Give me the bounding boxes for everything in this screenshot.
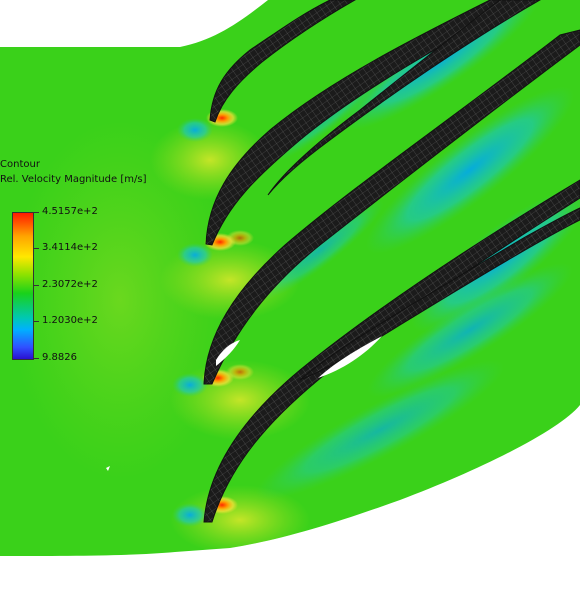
contour-legend: Contour Rel. Velocity Magnitude [m/s] 4.… — [0, 158, 160, 368]
colorbar-tick — [33, 285, 39, 286]
colorbar-tick — [33, 212, 39, 213]
legend-variable: Rel. Velocity Magnitude [m/s] — [0, 174, 147, 185]
tick-label-min: 9.8826 — [42, 352, 77, 363]
colorbar-tick — [33, 321, 39, 322]
tick-label: 1.2030e+2 — [42, 315, 98, 326]
tick-label-max: 4.5157e+2 — [42, 206, 98, 217]
legend-title: Contour — [0, 159, 40, 170]
colorbar-tick — [33, 248, 39, 249]
colorbar-tick — [33, 358, 39, 359]
colorbar — [12, 212, 34, 360]
tick-label: 2.3072e+2 — [42, 279, 98, 290]
tick-label: 3.4114e+2 — [42, 242, 98, 253]
